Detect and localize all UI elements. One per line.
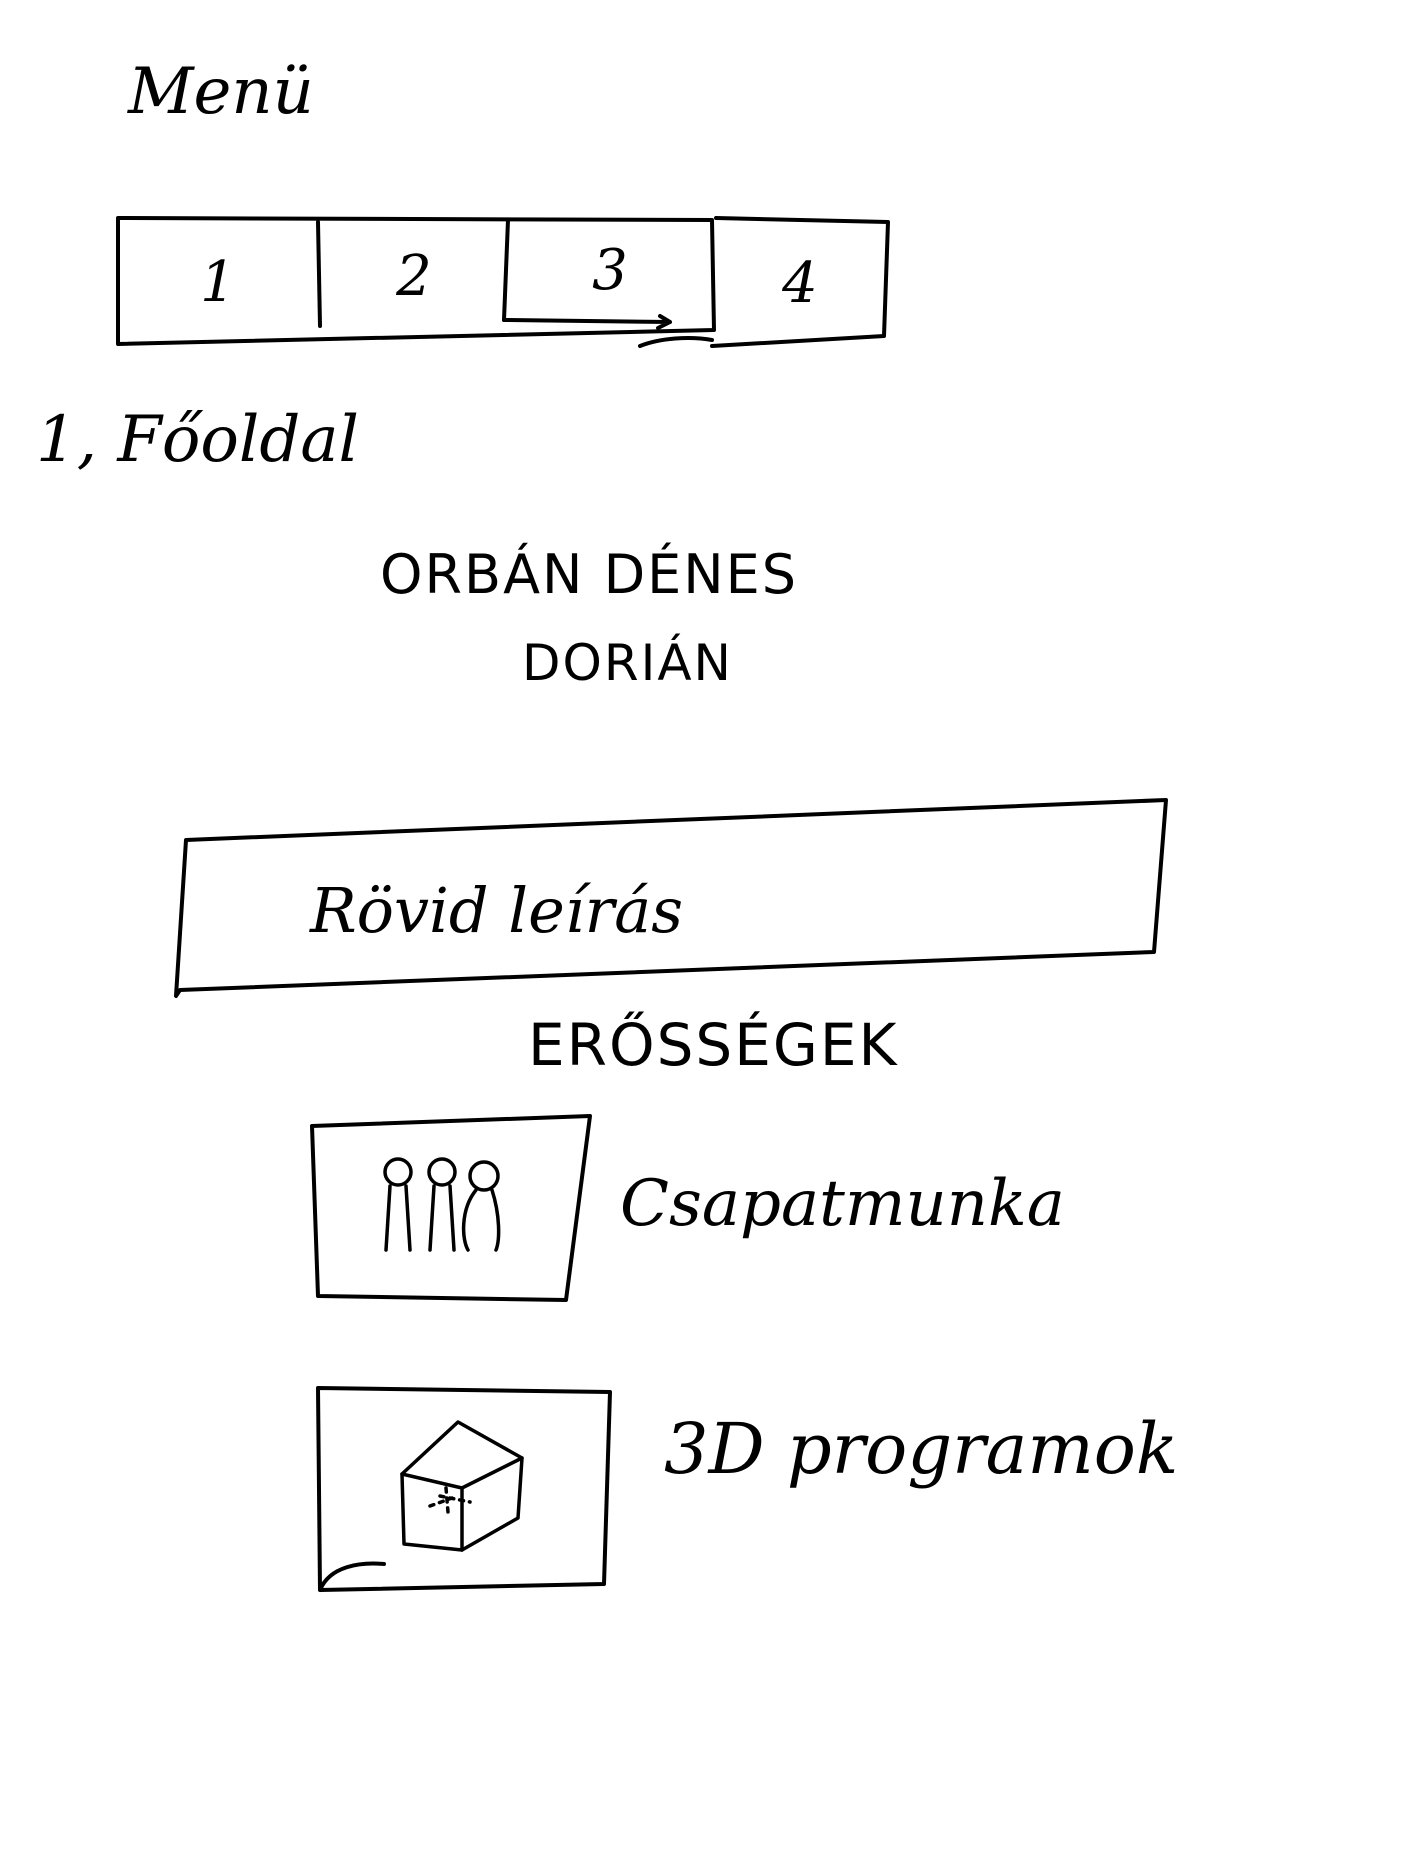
people-icon [383, 1157, 501, 1252]
cube-icon [400, 1420, 524, 1552]
menu-tab-1[interactable]: 1 [120, 224, 316, 340]
strengths-title: ERŐSSÉGEK [528, 1011, 899, 1079]
name-line-1: ORBÁN DÉNES [380, 543, 799, 606]
menu-title: Menü [128, 55, 314, 129]
strength-label-teamwork: Csapatmunka [620, 1167, 1065, 1241]
menu-tab-2[interactable]: 2 [322, 224, 506, 328]
intro-box-text: Rövid leírás [310, 874, 684, 947]
menu-tab-3[interactable]: 3 [510, 222, 710, 318]
menu-tab-4[interactable]: 4 [716, 226, 884, 340]
strength-box-outline-2 [316, 1386, 612, 1592]
name-line-2: DORIÁN [522, 634, 733, 692]
strength-label-3d: 3D programok [664, 1408, 1179, 1490]
page-heading: 1, Főoldal [36, 403, 359, 477]
